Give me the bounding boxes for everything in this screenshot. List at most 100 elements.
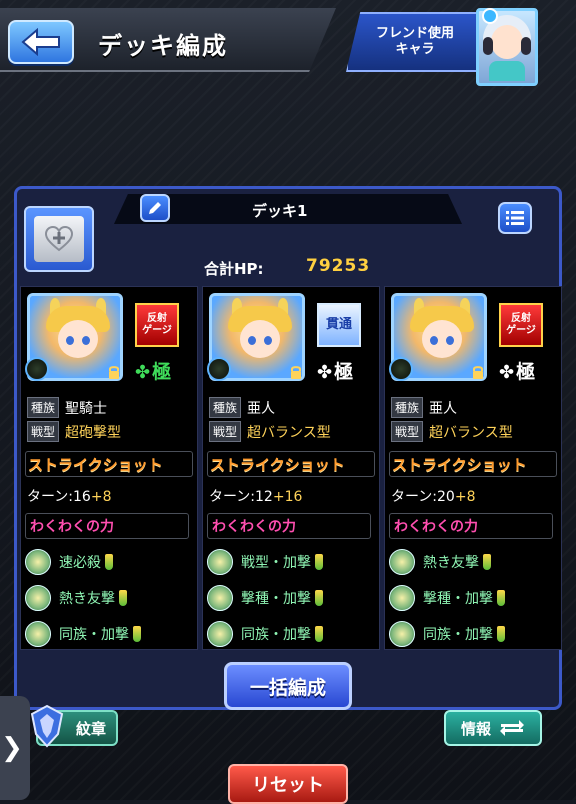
bottle-icon: [105, 554, 113, 570]
waku-orb-icon: [25, 585, 51, 611]
friend-button-label: フレンド使用 キャラ: [375, 26, 454, 57]
portrait-eye: [446, 336, 454, 345]
turns-plus: +16: [272, 489, 303, 505]
waku-item-label: 速必殺: [59, 555, 101, 571]
bottle-icon: [315, 554, 323, 570]
bottle-icon: [133, 626, 141, 642]
portrait-eye: [248, 336, 256, 345]
portrait-eye: [264, 336, 272, 345]
bottle-icon: [497, 626, 505, 642]
race-value: 亜人: [247, 400, 276, 417]
type-row: 戦型 超バランス型: [209, 421, 331, 442]
strike-shot-label: ストライクショット: [207, 451, 375, 477]
swap-arrows-icon: [500, 720, 524, 736]
race-row: 種族 亜人: [391, 397, 457, 418]
heart-plus-icon: [45, 226, 73, 252]
waku-item: 速必殺: [25, 549, 113, 575]
item-slot-inner: [34, 216, 84, 262]
waku-item: 撃種・加撃: [207, 585, 323, 611]
waku-orb-icon: [207, 621, 233, 647]
grade-label: 極: [334, 361, 354, 383]
avatar-face: [491, 25, 523, 59]
turns-row: ターン:20+8: [391, 486, 475, 506]
character-card[interactable]: 貫通 ✤ 極 種族 亜人 戦型 超バランス型 ストライクショット ターン:12+1…: [202, 286, 380, 650]
waku-item-label: 同族・加撃: [423, 627, 493, 643]
race-tag: 種族: [391, 397, 424, 418]
waku-title: わくわくの力: [25, 513, 189, 539]
back-arrow-icon: [21, 28, 60, 56]
chevron-right-icon: ❯: [1, 733, 23, 763]
waku-item: 熱き友撃: [25, 585, 127, 611]
waku-orb-icon: [389, 621, 415, 647]
strike-shot-label: ストライクショット: [25, 451, 193, 477]
waku-item: 同族・加撃: [389, 621, 505, 647]
deck-menu-button[interactable]: [498, 202, 532, 234]
waku-item: 同族・加撃: [25, 621, 141, 647]
grade-badge: ✤ 極: [499, 357, 535, 384]
type-tag: 戦型: [391, 421, 424, 442]
element-orb: [389, 357, 413, 381]
waku-title: わくわくの力: [389, 513, 553, 539]
avatar-body: [489, 61, 525, 81]
waku-title: わくわくの力: [207, 513, 371, 539]
bulk-formation-button[interactable]: 一括編成: [224, 662, 352, 710]
total-hp-value: 79253: [306, 256, 371, 276]
waku-orb-icon: [389, 585, 415, 611]
back-button[interactable]: [8, 20, 74, 64]
waku-item-label: 同族・加撃: [241, 627, 311, 643]
waku-orb-icon: [207, 549, 233, 575]
race-tag: 種族: [209, 397, 242, 418]
clover-icon: ✤: [499, 362, 515, 383]
list-icon: [506, 211, 524, 225]
side-drawer-tab[interactable]: ❯: [0, 696, 30, 800]
waku-item: 撃種・加撃: [389, 585, 505, 611]
waku-orb-icon: [207, 585, 233, 611]
deck-name: デッキ1: [252, 202, 308, 220]
grade-label: 極: [516, 361, 536, 383]
bottle-icon: [483, 554, 491, 570]
portrait-eye: [82, 336, 90, 345]
headphone-left: [483, 37, 493, 55]
item-slot-button[interactable]: [24, 206, 94, 272]
element-orb: [207, 357, 231, 381]
clover-icon: ✤: [135, 362, 151, 383]
race-row: 種族 聖騎士: [27, 397, 107, 418]
bottle-icon: [315, 590, 323, 606]
race-value: 亜人: [429, 400, 458, 417]
lock-icon: [473, 366, 483, 379]
bulk-formation-label: 一括編成: [249, 676, 326, 699]
total-hp-label: 合計HP:: [204, 260, 264, 278]
element-orb: [25, 357, 49, 381]
lock-icon: [109, 366, 119, 379]
bottle-icon: [315, 626, 323, 642]
bottle-icon: [119, 590, 127, 606]
race-value: 聖騎士: [65, 400, 108, 417]
grade-badge: ✤ 極: [135, 357, 171, 384]
turns-plus: +8: [454, 489, 476, 505]
type-tag: 戦型: [209, 421, 242, 442]
pierce-ability-badge: 貫通: [317, 303, 361, 347]
character-card[interactable]: 反射 ゲージ ✤ 極 種族 亜人 戦型 超バランス型 ストライクショット ターン:…: [384, 286, 562, 650]
waku-item-label: 熱き友撃: [423, 555, 479, 571]
waku-item-label: 同族・加撃: [59, 627, 129, 643]
portrait-face: [240, 320, 280, 358]
pencil-icon: [149, 202, 161, 214]
type-value: 超バランス型: [247, 424, 331, 441]
waku-item: 同族・加撃: [207, 621, 323, 647]
reset-button[interactable]: リセット: [228, 764, 348, 804]
turns-label: ターン:20: [391, 489, 455, 505]
info-button[interactable]: 情報: [444, 710, 542, 746]
race-row: 種族 亜人: [209, 397, 275, 418]
character-card[interactable]: 反射 ゲージ ✤ 極 種族 聖騎士 戦型 超砲撃型 ストライクショット ターン:1…: [20, 286, 198, 650]
edit-deck-name-button[interactable]: [140, 194, 170, 222]
waku-item-label: 戦型・加撃: [241, 555, 311, 571]
turns-label: ターン:16: [27, 489, 91, 505]
grade-badge: ✤ 極: [317, 357, 353, 384]
headphone-right: [521, 37, 531, 55]
bottle-icon: [497, 590, 505, 606]
portrait-eye: [430, 336, 438, 345]
waku-orb-icon: [25, 549, 51, 575]
waku-orb-icon: [25, 621, 51, 647]
friend-status-dot: [482, 8, 498, 24]
reset-label: リセット: [252, 775, 324, 796]
